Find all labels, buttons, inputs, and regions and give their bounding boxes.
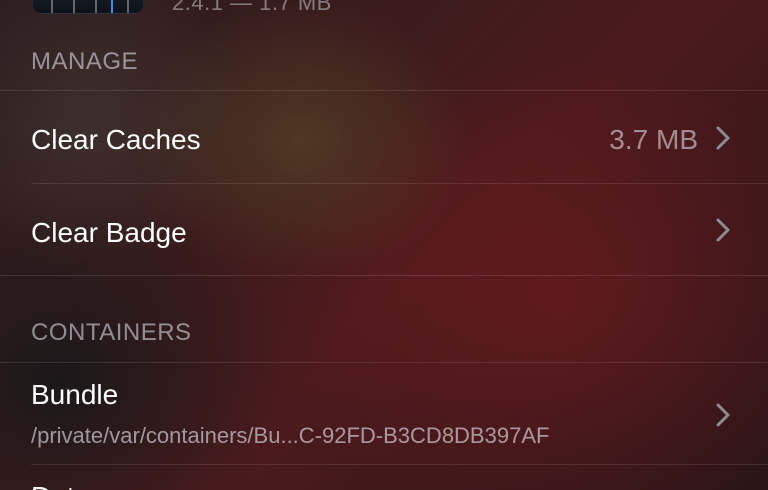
clear-caches-row[interactable]: Clear Caches 3.7 MB	[0, 91, 768, 183]
data-label: Data	[31, 481, 90, 490]
section-header-manage: MANAGE	[31, 48, 139, 75]
bundle-container-row[interactable]: Bundle /private/var/containers/Bu...C-92…	[0, 363, 768, 464]
clear-caches-label: Clear Caches	[31, 124, 201, 155]
bundle-path: /private/var/containers/Bu...C-92FD-B3CD…	[31, 423, 550, 448]
version-size-label: 2.4.1 — 1.7 MB	[172, 0, 332, 15]
clear-badge-row[interactable]: Clear Badge	[0, 184, 768, 275]
chevron-right-icon	[716, 126, 730, 150]
separator	[0, 275, 768, 276]
cache-size-value: 3.7 MB	[609, 124, 698, 155]
section-header-containers: CONTAINERS	[31, 319, 192, 346]
app-info-header: 2.4.1 — 1.7 MB	[0, 0, 768, 20]
chevron-right-icon	[716, 218, 730, 242]
clear-badge-label: Clear Badge	[31, 217, 187, 248]
app-icon	[32, 0, 144, 14]
bundle-label: Bundle	[31, 379, 119, 410]
data-container-row[interactable]: Data	[0, 465, 768, 490]
chevron-right-icon	[716, 403, 730, 427]
